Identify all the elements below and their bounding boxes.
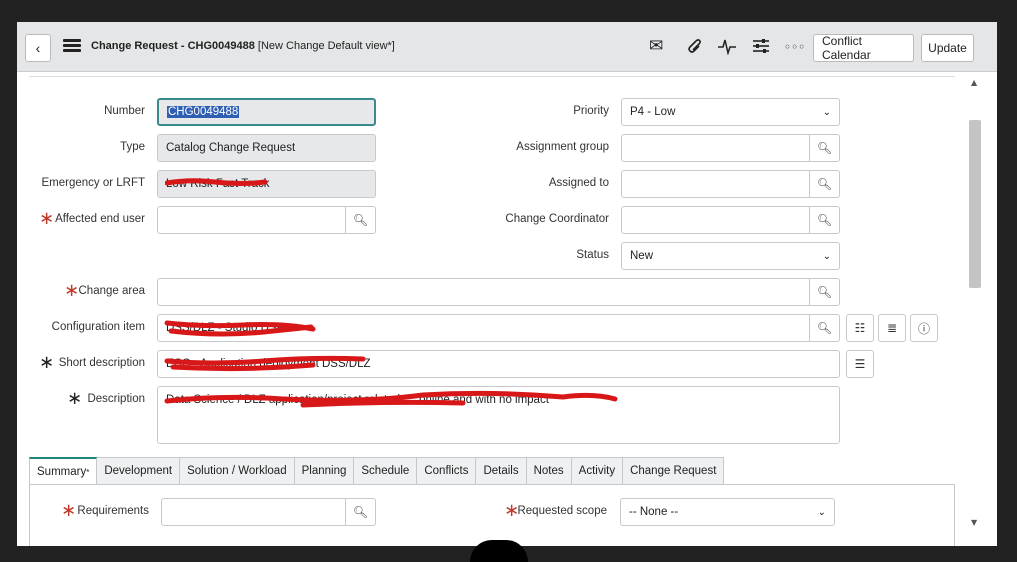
tab-summary[interactable]: Summary *: [29, 457, 98, 485]
divider: [29, 76, 955, 77]
hamburger-menu-icon[interactable]: [63, 39, 81, 53]
assignment-group-label: Assignment group: [516, 141, 609, 153]
update-button[interactable]: Update: [921, 34, 974, 62]
database-icon[interactable]: ≣: [878, 314, 906, 342]
tab-development[interactable]: Development: [97, 457, 181, 485]
search-icon[interactable]: 🔍︎: [809, 171, 839, 197]
emergency-label: Emergency or LRFT: [41, 177, 145, 189]
info-icon[interactable]: ⓘ: [910, 314, 938, 342]
redaction-mark: [164, 355, 366, 372]
scroll-down-arrow-icon[interactable]: ▼: [971, 518, 977, 527]
form-header: ‹ Change Request - CHG0049488 [New Chang…: [17, 22, 997, 72]
tab-activity[interactable]: Activity: [571, 457, 624, 485]
requested-scope-label: Requested scope: [517, 505, 607, 517]
type-label: Type: [120, 141, 145, 153]
required-marker: ∗: [67, 388, 83, 409]
conflict-calendar-button[interactable]: Conflict Calendar: [813, 34, 914, 62]
form-title: Change Request - CHG0049488 [New Change …: [91, 40, 395, 52]
affected-end-user-input[interactable]: 🔍︎: [157, 206, 376, 234]
type-field: Catalog Change Request: [157, 134, 376, 162]
dependency-map-icon[interactable]: ☷: [846, 314, 874, 342]
search-icon[interactable]: 🔍︎: [345, 499, 375, 525]
tab-solution-workload[interactable]: Solution / Workload: [180, 457, 295, 485]
tab-schedule[interactable]: Schedule: [354, 457, 418, 485]
search-icon[interactable]: 🔍︎: [809, 315, 839, 341]
suggestion-icon[interactable]: ☰: [846, 350, 874, 378]
search-icon[interactable]: 🔍︎: [809, 279, 839, 305]
assigned-to-label: Assigned to: [548, 177, 609, 189]
chevron-down-icon: ⌄: [817, 507, 826, 518]
change-coordinator-label: Change Coordinator: [505, 213, 609, 225]
number-label: Number: [104, 105, 145, 117]
redaction-mark: [164, 320, 316, 337]
requirements-label: Requirements: [77, 505, 149, 517]
priority-label: Priority: [573, 105, 609, 117]
status-select[interactable]: New ⌄: [621, 242, 840, 270]
chevron-down-icon: ⌄: [822, 107, 831, 118]
assignment-group-input[interactable]: 🔍︎: [621, 134, 840, 162]
tab-notes[interactable]: Notes: [526, 457, 572, 485]
priority-value: P4 - Low: [630, 106, 676, 118]
change-area-input[interactable]: 🔍︎: [157, 278, 840, 306]
required-marker: ∗: [39, 352, 55, 373]
search-icon[interactable]: 🔍︎: [345, 207, 375, 233]
assigned-to-input[interactable]: 🔍︎: [621, 170, 840, 198]
tab-planning[interactable]: Planning: [294, 457, 355, 485]
affected-end-user-label: Affected end user: [55, 213, 145, 225]
chevron-left-icon: ‹: [35, 40, 41, 56]
back-button[interactable]: ‹: [25, 34, 51, 62]
requested-scope-select[interactable]: -- None -- ⌄: [620, 498, 835, 526]
status-label: Status: [576, 249, 609, 261]
settings-sliders-icon[interactable]: [751, 37, 771, 59]
form-tabs: Summary * Development Solution / Workload…: [29, 457, 725, 485]
form-body: Number CHG0049488 Type Catalog Change Re…: [17, 73, 967, 546]
scroll-up-arrow-icon[interactable]: ▲: [971, 78, 977, 87]
number-field[interactable]: CHG0049488: [157, 98, 376, 126]
tab-summary-marker: *: [86, 467, 90, 477]
more-icon[interactable]: ◦◦◦: [784, 38, 805, 56]
change-request-form-window: ‹ Change Request - CHG0049488 [New Chang…: [17, 22, 997, 546]
form-title-text: Change Request - CHG0049488: [91, 40, 255, 52]
requirements-input[interactable]: 🔍︎: [161, 498, 376, 526]
scrollbar-thumb[interactable]: [969, 120, 981, 288]
required-marker: ∗: [64, 280, 80, 301]
tab-change-request[interactable]: Change Request: [623, 457, 725, 485]
short-description-label: Short description: [58, 357, 145, 369]
chevron-down-icon: ⌄: [822, 251, 831, 262]
activity-icon[interactable]: [717, 37, 737, 59]
paperclip-icon[interactable]: [684, 37, 702, 59]
number-value: CHG0049488: [167, 106, 240, 118]
form-view-name: [New Change Default view*]: [257, 40, 395, 52]
tab-conflicts[interactable]: Conflicts: [417, 457, 477, 485]
search-icon[interactable]: 🔍︎: [809, 135, 839, 161]
redaction-mark: [165, 178, 268, 186]
requested-scope-value: -- None --: [629, 506, 679, 518]
tab-summary-label: Summary: [37, 466, 87, 478]
search-icon[interactable]: 🔍︎: [809, 207, 839, 233]
mail-icon[interactable]: ✉: [649, 37, 663, 55]
configuration-item-label: Configuration item: [51, 321, 145, 333]
redaction-mark: [164, 390, 618, 408]
tab-details[interactable]: Details: [476, 457, 527, 485]
required-marker: ∗: [39, 208, 55, 229]
change-coordinator-input[interactable]: 🔍︎: [621, 206, 840, 234]
change-area-label: Change area: [78, 285, 146, 297]
priority-select[interactable]: P4 - Low ⌄: [621, 98, 840, 126]
status-value: New: [630, 250, 654, 262]
required-marker: ∗: [61, 500, 77, 521]
description-label: Description: [87, 393, 145, 405]
